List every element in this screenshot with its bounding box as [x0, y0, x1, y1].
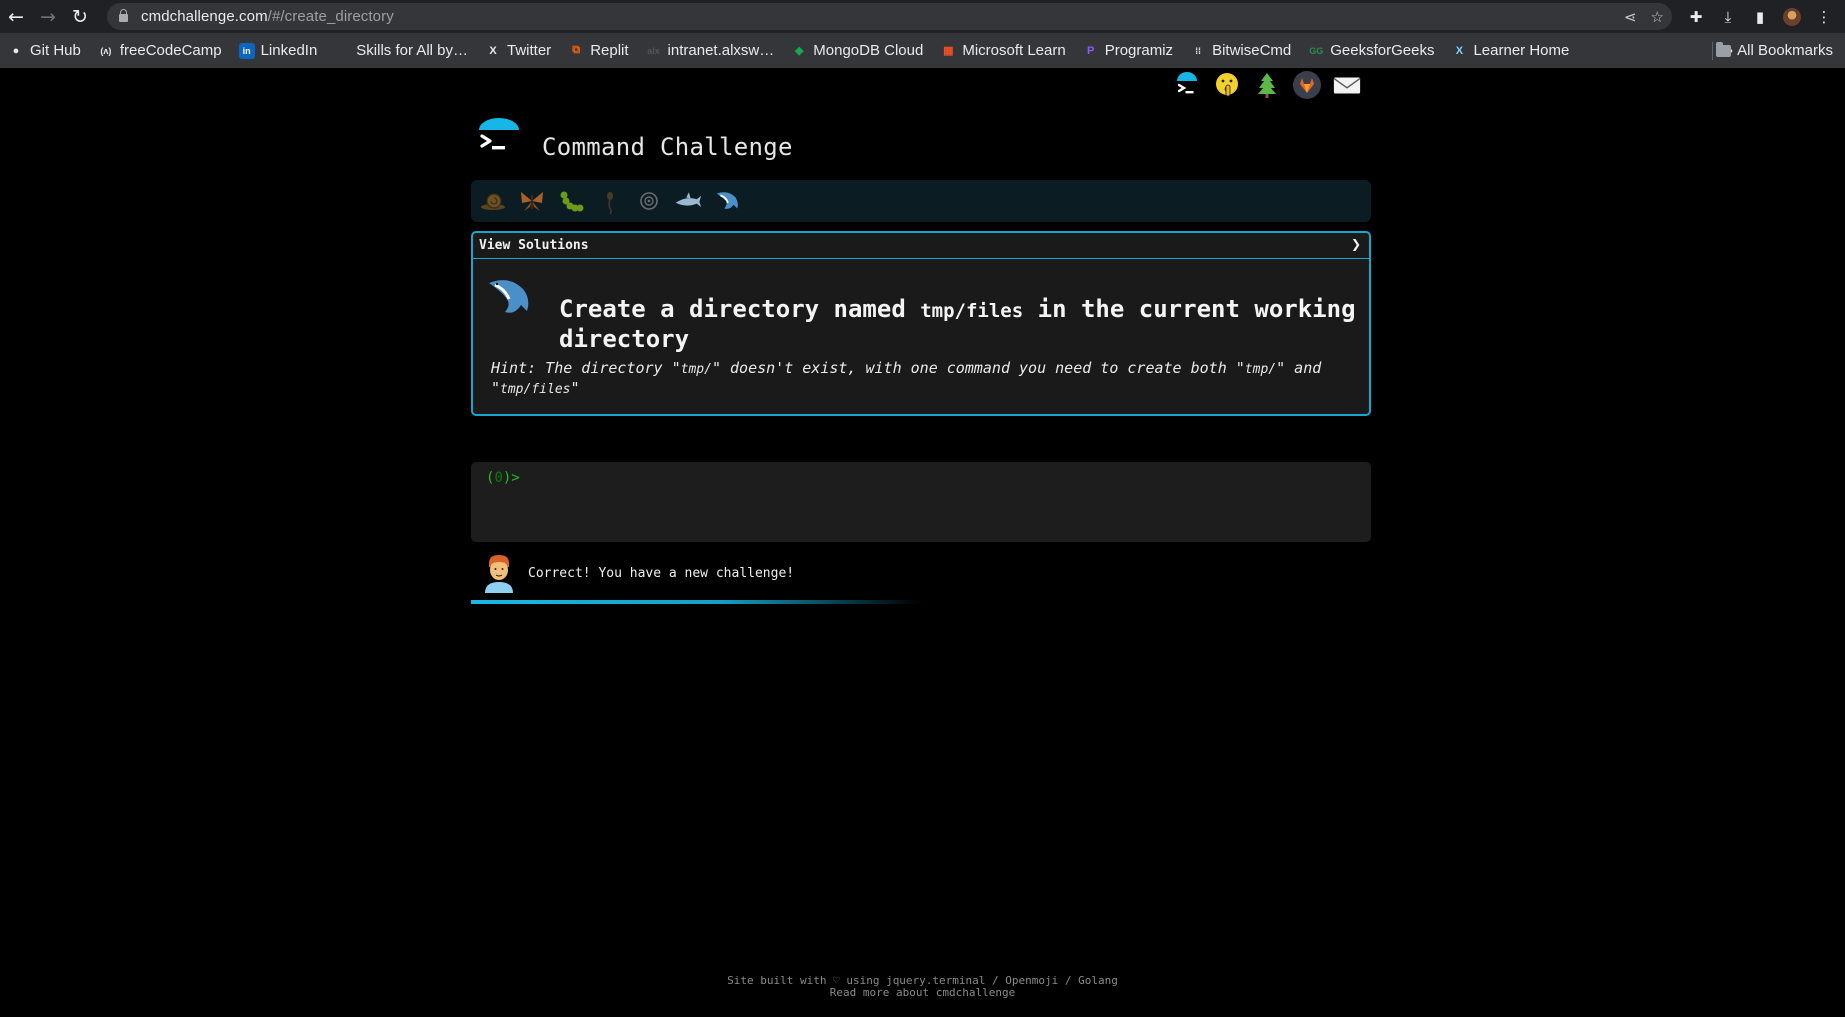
footer-about-link[interactable]: Read more about cmdchallenge: [0, 987, 1845, 999]
bookmark-item[interactable]: alx intranet.alxsw…: [646, 42, 775, 59]
bookmark-item[interactable]: ● Git Hub: [8, 42, 81, 59]
view-solutions-toggle[interactable]: View Solutions ❯: [473, 233, 1369, 259]
bookmark-label: Replit: [590, 42, 629, 59]
progress-fill: [471, 600, 921, 604]
freecodecamp-icon: (ʌ): [100, 45, 112, 56]
header-links: [1172, 70, 1362, 100]
programiz-icon: P: [1087, 44, 1095, 57]
person-avatar-icon: [483, 553, 515, 593]
bookmark-label: LinkedIn: [260, 42, 318, 59]
sperm-icon[interactable]: [596, 187, 624, 215]
star-icon[interactable]: ☆: [1651, 8, 1664, 26]
bookmark-label: Learner Home: [1473, 42, 1570, 59]
terminal-input[interactable]: (0)>: [471, 462, 1371, 542]
forward-arrow-icon[interactable]: →: [32, 0, 64, 33]
mongodb-icon: ◆: [795, 45, 804, 57]
replit-icon: ⧉: [572, 44, 581, 56]
side-panel-icon[interactable]: ▮: [1749, 6, 1771, 28]
bookmark-label: Twitter: [507, 42, 552, 59]
alx-icon: alx: [647, 45, 660, 56]
x-icon: X: [489, 44, 497, 57]
url-text: cmdchallenge.com/#/create_directory: [141, 8, 394, 25]
status-message: Correct! You have a new challenge!: [528, 565, 795, 581]
bitwise-icon: ⁞⁞: [1195, 45, 1202, 56]
terminal-umbrella-icon[interactable]: [1172, 70, 1202, 100]
bookmarks-bar: ● Git Hub (ʌ) freeCodeCamp in LinkedIn Skills …: [0, 33, 1845, 68]
level-selector: [471, 180, 1371, 222]
browser-toolbar: ← → ↻ cmdchallenge.com/#/create_director…: [0, 0, 1845, 33]
bookmark-label: freeCodeCamp: [119, 42, 222, 59]
extensions-icon[interactable]: ✚: [1685, 6, 1707, 28]
terminal-prompt: (0)>: [486, 470, 520, 486]
bookmark-item[interactable]: ▦ Microsoft Learn: [940, 42, 1066, 59]
back-arrow-icon[interactable]: ←: [0, 0, 32, 33]
bookmark-label: Git Hub: [30, 42, 81, 59]
microsoft-icon: ▦: [943, 45, 954, 57]
bookmark-item[interactable]: X Learner Home: [1451, 42, 1570, 59]
tree-icon[interactable]: [1252, 70, 1282, 100]
bookmark-item[interactable]: in LinkedIn: [238, 42, 318, 59]
shushing-face-icon[interactable]: [1212, 70, 1242, 100]
all-bookmarks-button[interactable]: All Bookmarks: [1716, 33, 1833, 68]
page-title: Command Challenge: [542, 133, 793, 161]
bookmark-item[interactable]: ⧉ Replit: [568, 42, 628, 59]
reload-icon[interactable]: ↻: [64, 0, 96, 33]
dolphin-icon: [485, 275, 531, 321]
download-icon[interactable]: ⤓: [1717, 6, 1739, 28]
footer: Site built with ♡ using jquery.terminal …: [0, 975, 1845, 999]
menu-kebab-icon[interactable]: ⋮: [1813, 6, 1835, 28]
all-bookmarks-label: All Bookmarks: [1737, 42, 1833, 59]
linkedin-icon: in: [238, 42, 255, 59]
gitlab-icon[interactable]: [1292, 70, 1322, 100]
mail-icon[interactable]: [1332, 70, 1362, 100]
bookmark-item[interactable]: Skills for All by…: [334, 42, 468, 59]
bookmark-item[interactable]: P Programiz: [1083, 42, 1173, 59]
caterpillar-icon[interactable]: [557, 187, 585, 215]
profile-avatar[interactable]: [1781, 6, 1803, 28]
bookmark-label: intranet.alxsw…: [667, 42, 775, 59]
edx-icon: X: [1455, 44, 1464, 57]
challenge-title: Create a directory named tmp/files in th…: [559, 295, 1356, 353]
dolphin-icon[interactable]: [713, 187, 741, 215]
bookmark-item[interactable]: ◆ MongoDB Cloud: [791, 42, 923, 59]
bookmark-label: Programiz: [1104, 42, 1174, 59]
bookmark-label: Skills for All by…: [356, 42, 468, 59]
chevron-right-icon: ❯: [1350, 237, 1361, 251]
page-content: Command Challenge View Solutions ❯ Creat…: [0, 68, 1845, 1017]
bookmark-label: GeeksforGeeks: [1330, 42, 1435, 59]
folder-icon: [1716, 41, 1732, 57]
github-icon: ●: [12, 44, 20, 57]
bookmark-label: Microsoft Learn: [962, 42, 1066, 59]
bookmark-item[interactable]: X Twitter: [485, 42, 551, 59]
cell-icon[interactable]: [635, 187, 663, 215]
skills-icon: [334, 43, 350, 59]
challenge-progress-bar: [471, 600, 1371, 604]
address-bar[interactable]: cmdchallenge.com/#/create_directory ⋖ ☆: [107, 3, 1672, 30]
share-icon[interactable]: ⋖: [1624, 8, 1637, 26]
view-solutions-label: View Solutions: [479, 238, 589, 253]
gfg-icon: GG: [1309, 45, 1324, 56]
shark-icon[interactable]: [674, 187, 702, 215]
bookmark-label: BitwiseCmd: [1212, 42, 1292, 59]
challenge-card: View Solutions ❯ Create a directory name…: [471, 231, 1371, 416]
challenge-hint: Hint: The directory "tmp/" doesn't exist…: [491, 359, 1322, 397]
snail-icon[interactable]: [479, 187, 507, 215]
bookmark-item[interactable]: GG GeeksforGeeks: [1308, 42, 1434, 59]
bookmark-item[interactable]: (ʌ) freeCodeCamp: [98, 42, 222, 59]
site-logo-icon: [479, 118, 519, 158]
divider: [1712, 42, 1713, 60]
bookmark-label: MongoDB Cloud: [813, 42, 924, 59]
lock-icon: [119, 9, 128, 22]
status-message-row: Correct! You have a new challenge!: [483, 553, 794, 593]
butterfly-icon[interactable]: [518, 187, 546, 215]
bookmark-item[interactable]: ⁞⁞ BitwiseCmd: [1190, 42, 1291, 59]
